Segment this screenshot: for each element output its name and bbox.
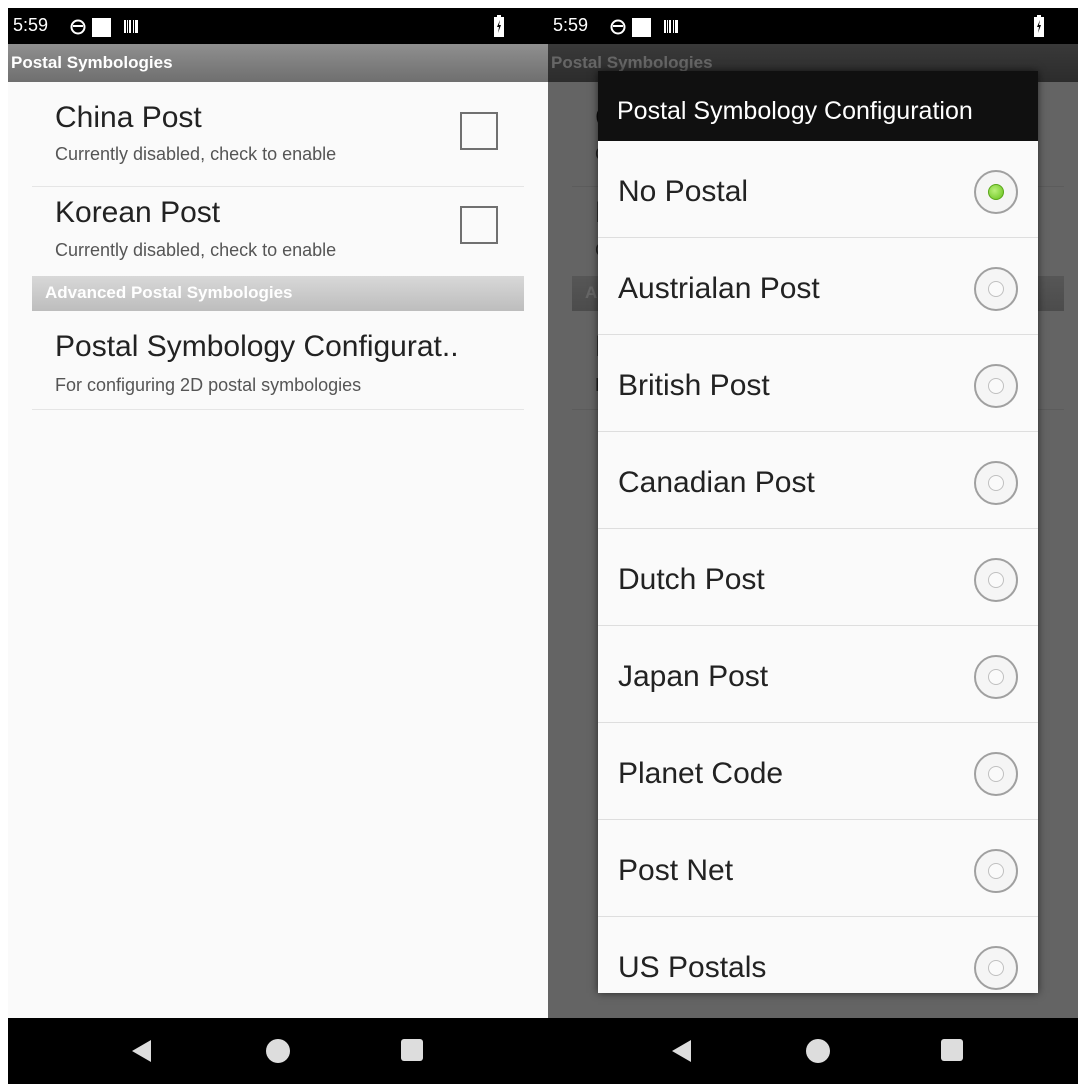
radio-option-no-postal[interactable]: No Postal bbox=[598, 141, 1038, 238]
navigation-bar bbox=[8, 1018, 548, 1084]
page-title: Postal Symbologies bbox=[11, 53, 173, 72]
radio-option-dutch-post[interactable]: Dutch Post bbox=[598, 529, 1038, 626]
radio-button[interactable] bbox=[974, 558, 1018, 602]
category-label: Advanced Postal Symbologies bbox=[45, 283, 293, 302]
pref-summary: For configuring 2D postal symbologies bbox=[55, 375, 362, 395]
radio-option-japan-post[interactable]: Japan Post bbox=[598, 626, 1038, 723]
pref-china-post[interactable]: China Post Currently disabled, check to … bbox=[32, 92, 524, 187]
radio-option-label: British Post bbox=[618, 369, 770, 402]
radio-dot bbox=[988, 863, 1004, 879]
app-bar: Postal Symbologies bbox=[8, 44, 548, 82]
barcode-icon bbox=[664, 20, 678, 33]
navigation-bar bbox=[548, 1018, 1078, 1084]
sync-icon bbox=[70, 19, 86, 35]
notification-square-icon bbox=[92, 18, 111, 37]
pref-korean-post[interactable]: Korean Post Currently disabled, check to… bbox=[32, 186, 524, 276]
radio-dot bbox=[988, 281, 1004, 297]
radio-dot bbox=[988, 378, 1004, 394]
radio-option-us-postals[interactable]: US Postals bbox=[598, 917, 1038, 993]
radio-button[interactable] bbox=[974, 946, 1018, 990]
radio-option-label: Japan Post bbox=[618, 660, 769, 693]
pref-title: Postal Symbology Configurat.. bbox=[55, 330, 459, 363]
radio-button[interactable] bbox=[974, 461, 1018, 505]
home-icon[interactable] bbox=[266, 1039, 290, 1063]
radio-button[interactable] bbox=[974, 267, 1018, 311]
screen-postal-symbologies: 5:59 Postal Symbologies China Post Curre… bbox=[8, 8, 548, 1084]
radio-option-label: Post Net bbox=[618, 854, 734, 887]
radio-option-planet-code[interactable]: Planet Code bbox=[598, 723, 1038, 820]
radio-dot bbox=[988, 960, 1004, 976]
pref-postal-symbology-config[interactable]: Postal Symbology Configurat.. For config… bbox=[32, 311, 524, 410]
radio-button[interactable] bbox=[974, 849, 1018, 893]
battery-icon bbox=[494, 15, 504, 37]
radio-button[interactable] bbox=[974, 655, 1018, 699]
radio-option-post-net[interactable]: Post Net bbox=[598, 820, 1038, 917]
barcode-icon bbox=[124, 20, 138, 33]
dialog-title: Postal Symbology Configuration bbox=[617, 97, 973, 125]
pref-title: China Post bbox=[55, 101, 202, 134]
recents-icon[interactable] bbox=[401, 1039, 423, 1061]
radio-button[interactable] bbox=[974, 170, 1018, 214]
radio-option-label: Dutch Post bbox=[618, 563, 765, 596]
radio-dot bbox=[988, 766, 1004, 782]
radio-button[interactable] bbox=[974, 364, 1018, 408]
radio-option-canadian-post[interactable]: Canadian Post bbox=[598, 432, 1038, 529]
radio-option-label: Austrialan Post bbox=[618, 272, 820, 305]
radio-option-label: Canadian Post bbox=[618, 466, 815, 499]
radio-option-label: No Postal bbox=[618, 175, 749, 208]
radio-option-label: US Postals bbox=[618, 951, 767, 984]
radio-button[interactable] bbox=[974, 752, 1018, 796]
radio-dot bbox=[988, 475, 1004, 491]
status-bar: 5:59 bbox=[8, 8, 548, 44]
status-time: 5:59 bbox=[13, 15, 49, 35]
home-icon[interactable] bbox=[806, 1039, 830, 1063]
china-post-checkbox[interactable] bbox=[460, 112, 498, 150]
back-icon[interactable] bbox=[672, 1040, 691, 1062]
notification-square-icon bbox=[632, 18, 651, 37]
status-bar: 5:59 bbox=[548, 8, 1078, 44]
radio-option-british-post[interactable]: British Post bbox=[598, 335, 1038, 432]
sync-icon bbox=[610, 19, 626, 35]
recents-icon[interactable] bbox=[941, 1039, 963, 1061]
pref-title: Korean Post bbox=[55, 196, 221, 229]
battery-icon bbox=[1034, 15, 1044, 37]
screen-postal-config-dialog: 5:59 Postal Symbologies China Post Curre… bbox=[548, 8, 1078, 1084]
radio-dot bbox=[988, 184, 1004, 200]
radio-option-austrialan-post[interactable]: Austrialan Post bbox=[598, 238, 1038, 335]
radio-dot bbox=[988, 669, 1004, 685]
category-advanced-postal: Advanced Postal Symbologies bbox=[32, 276, 524, 311]
status-time: 5:59 bbox=[553, 15, 589, 35]
korean-post-checkbox[interactable] bbox=[460, 206, 498, 244]
pref-summary: Currently disabled, check to enable bbox=[55, 240, 337, 260]
back-icon[interactable] bbox=[132, 1040, 151, 1062]
postal-config-dialog: Postal Symbology Configuration No Postal… bbox=[598, 71, 1038, 993]
dialog-header: Postal Symbology Configuration bbox=[598, 71, 1038, 141]
radio-option-label: Planet Code bbox=[618, 757, 784, 790]
radio-dot bbox=[988, 572, 1004, 588]
pref-summary: Currently disabled, check to enable bbox=[55, 144, 337, 164]
